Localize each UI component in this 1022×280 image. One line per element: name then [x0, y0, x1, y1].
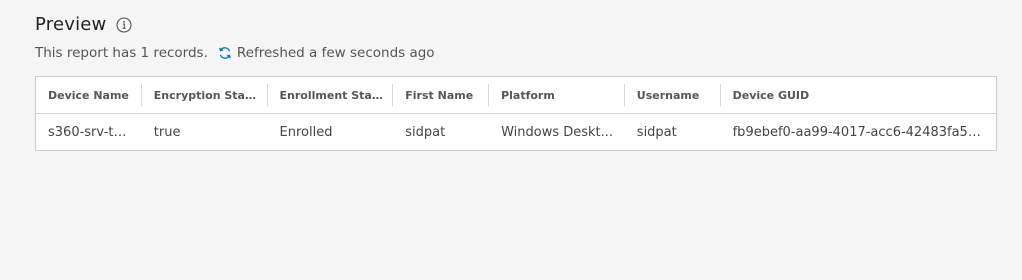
column-header-device-name[interactable]: Device Name — [36, 77, 142, 113]
cell-username: sidpat — [636, 124, 677, 140]
column-header-device-guid[interactable]: Device GUID — [721, 77, 996, 113]
column-header-platform[interactable]: Platform — [489, 77, 625, 113]
preview-header: Preview — [35, 14, 133, 35]
column-header-first-name[interactable]: First Name — [393, 77, 489, 113]
report-preview-grid: Device Name Encryption Stat... Enrollmen… — [35, 76, 997, 151]
cell-platform: Windows Deskt... — [501, 124, 614, 140]
cell-device-name: s360-srv-te... — [48, 124, 134, 140]
record-count-text: This report has 1 records. — [35, 45, 208, 61]
cell-device-guid: fb9ebef0-aa99-4017-acc6-42483fa52... — [732, 124, 988, 140]
cell-first-name: sidpat — [405, 124, 446, 140]
column-header-username[interactable]: Username — [625, 77, 721, 113]
cell-encryption-status: true — [153, 124, 181, 140]
info-icon[interactable] — [116, 16, 133, 33]
report-status: This report has 1 records. Refreshed a f… — [35, 45, 435, 61]
refresh-status-text: Refreshed a few seconds ago — [236, 45, 435, 61]
refresh-link[interactable]: Refreshed a few seconds ago — [218, 45, 435, 61]
page-title: Preview — [35, 14, 107, 35]
column-header-encryption-status[interactable]: Encryption Stat... — [142, 77, 268, 113]
column-header-enrollment-status[interactable]: Enrollment Status — [268, 77, 394, 113]
grid-header-row: Device Name Encryption Stat... Enrollmen… — [36, 77, 996, 114]
cell-enrollment-status: Enrolled — [279, 124, 333, 140]
table-row[interactable]: s360-srv-te... true Enrolled sidpat Wind… — [36, 114, 996, 150]
refresh-icon[interactable] — [218, 46, 232, 60]
